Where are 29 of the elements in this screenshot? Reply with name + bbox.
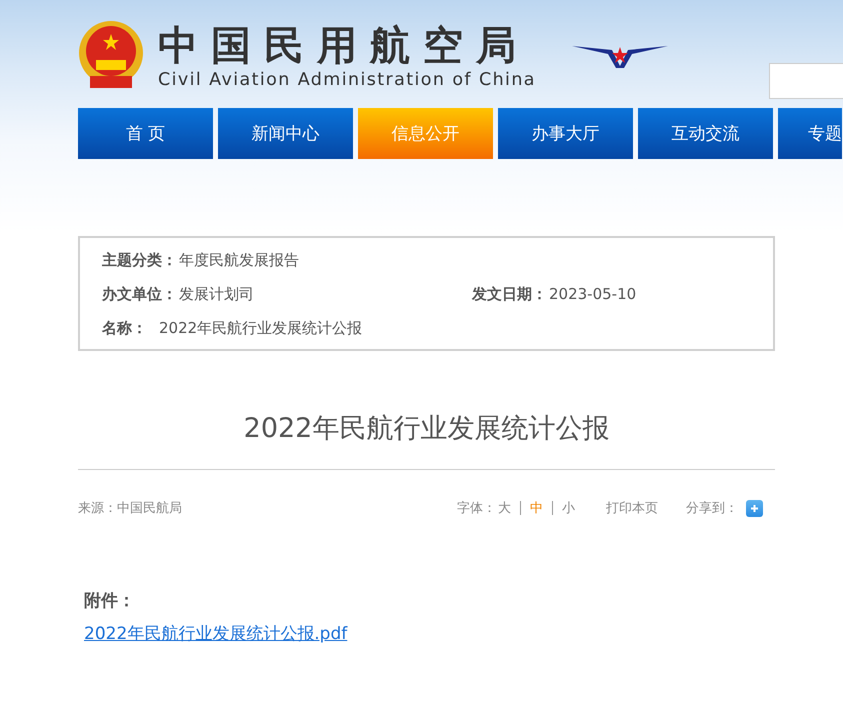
site-subtitle: Civil Aviation Administration of China	[158, 69, 536, 92]
font-size-option[interactable]: 小	[553, 499, 584, 517]
print-link[interactable]: 打印本页	[584, 499, 686, 517]
share-button[interactable]	[746, 500, 763, 516]
field-value: 2022年民航行业发展统计公报	[159, 318, 362, 339]
nav-tab[interactable]: 专题	[778, 108, 842, 159]
field-label: 发文日期：	[472, 284, 547, 305]
plus-icon	[750, 504, 759, 512]
site-title: 中国民用航空局	[158, 24, 530, 68]
source-text: 来源：中国民航局	[78, 500, 182, 517]
font-size-option[interactable]: 大	[496, 499, 520, 517]
field-value: 2023-05-10	[549, 284, 636, 305]
field-value: 发展计划司	[179, 284, 254, 305]
emblem-icon	[78, 20, 144, 90]
nav-tab[interactable]: 新闻中心	[218, 108, 353, 159]
nav-tab[interactable]: 办事大厅	[498, 108, 633, 159]
share-label: 分享到：	[686, 500, 738, 517]
nav-tab[interactable]: 首 页	[78, 108, 213, 159]
field-label: 名称：	[102, 318, 147, 339]
nav-tab[interactable]: 互动交流	[638, 108, 773, 159]
attachment-link[interactable]: 2022年民航行业发展统计公报.pdf	[84, 622, 348, 645]
field-value: 年度民航发展报告	[179, 250, 299, 271]
font-size-option[interactable]: 中	[521, 499, 552, 517]
search-field[interactable]	[769, 63, 843, 99]
field-label: 主题分类：	[102, 250, 177, 271]
font-size-label: 字体：	[457, 500, 496, 517]
field-label: 办文单位：	[102, 284, 177, 305]
attachment-label: 附件：	[84, 590, 135, 612]
article-title: 2022年民航行业发展统计公报	[242, 412, 610, 446]
